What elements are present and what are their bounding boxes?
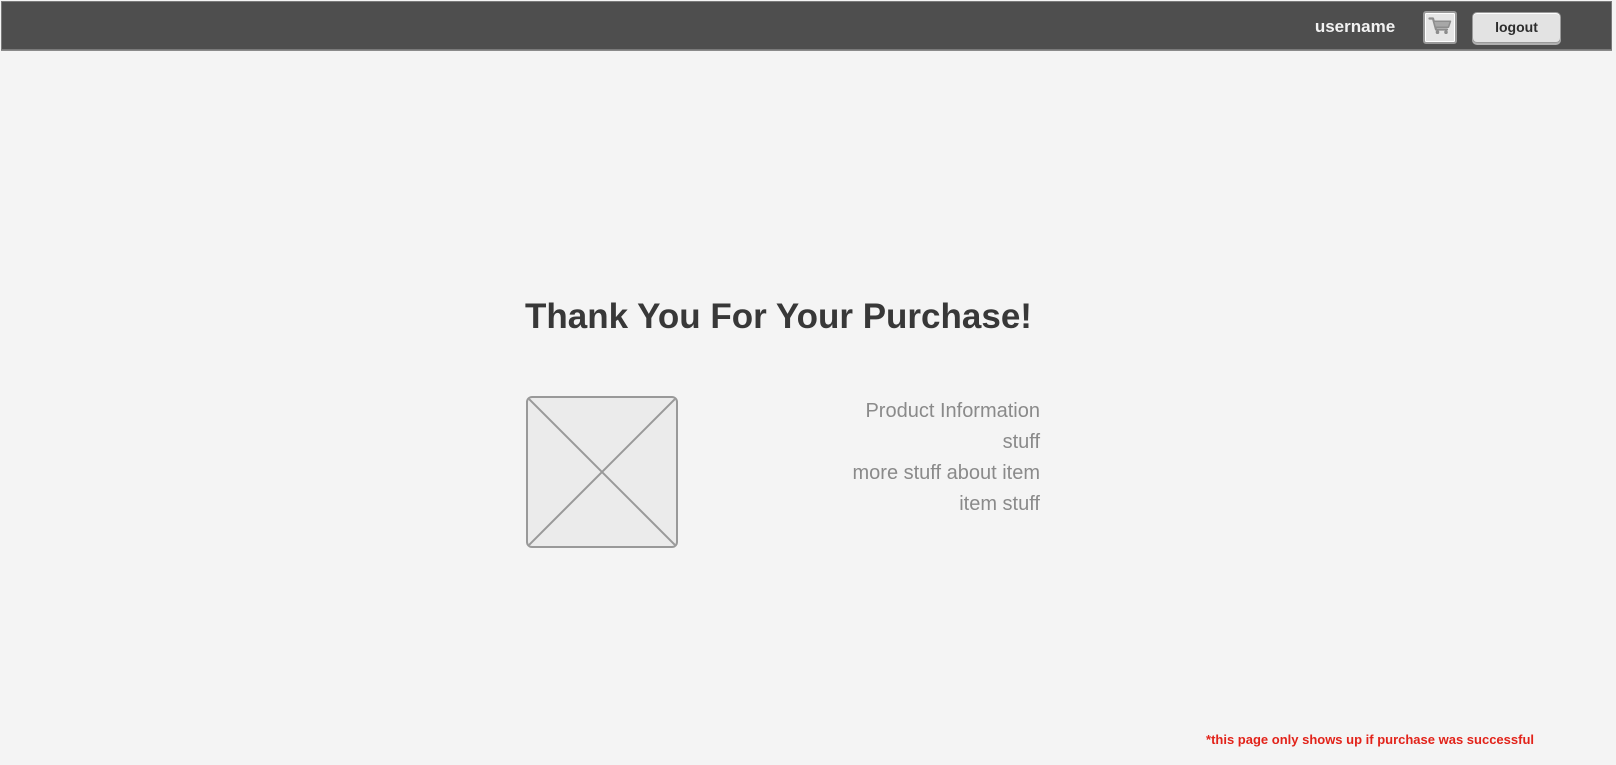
top-navigation-bar: username logout xyxy=(1,1,1612,50)
image-placeholder-icon xyxy=(528,398,676,546)
cart-icon xyxy=(1428,16,1452,40)
username-label: username xyxy=(1314,17,1396,36)
page-title: Thank You For Your Purchase! xyxy=(525,297,1032,336)
product-info-line: stuff xyxy=(1002,431,1040,453)
product-image-placeholder xyxy=(526,396,678,548)
product-info-line: item stuff xyxy=(959,493,1040,515)
cart-button[interactable] xyxy=(1423,11,1457,44)
success-footnote: *this page only shows up if purchase was… xyxy=(1206,732,1534,747)
product-info-heading: Product Information xyxy=(865,400,1040,422)
product-info-line: more stuff about item xyxy=(852,462,1041,484)
logout-button[interactable]: logout xyxy=(1472,12,1561,43)
product-information: Product Information stuff more stuff abo… xyxy=(760,396,1041,520)
